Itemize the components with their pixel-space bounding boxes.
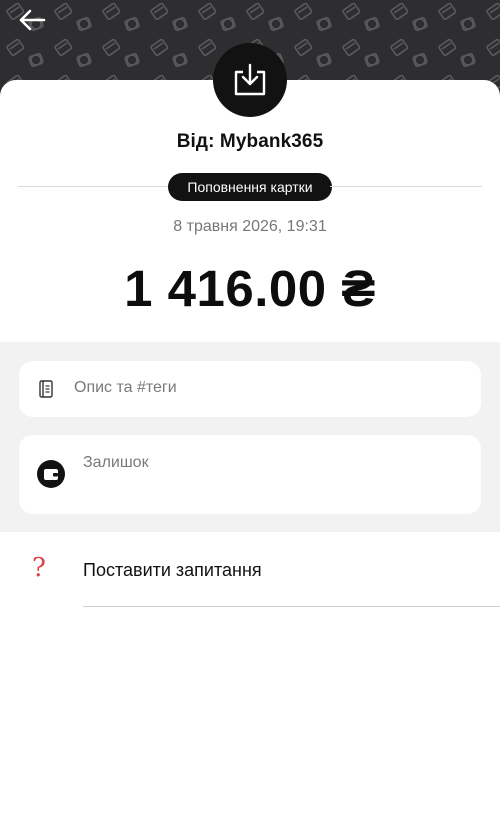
description-placeholder: Опис та #теги <box>74 379 177 396</box>
notes-icon <box>39 380 53 398</box>
question-mark-icon: ? <box>32 553 46 583</box>
description-tags-field[interactable]: Опис та #теги <box>19 361 481 417</box>
divider-left <box>18 186 170 187</box>
ask-question-label: Поставити запитання <box>83 560 262 580</box>
sender-title: Від: Mybank365 <box>176 131 324 152</box>
transaction-datetime: 8 травня 2026, 19:31 <box>173 218 327 235</box>
balance-card: Залишок <box>19 435 481 514</box>
transaction-type-badge <box>213 43 287 117</box>
divider-right <box>330 186 482 187</box>
balance-label: Залишок <box>83 454 149 471</box>
arrow-left-icon <box>19 9 46 31</box>
ask-question-button[interactable]: ? Поставити запитання <box>0 533 500 608</box>
wallet-icon <box>37 460 65 488</box>
category-row: Поповнення картки <box>0 173 500 201</box>
transaction-amount: 1 416.00 ₴ <box>124 260 376 317</box>
incoming-download-icon <box>234 63 266 96</box>
question-divider <box>83 606 500 607</box>
wallet-glyph <box>44 469 58 480</box>
category-badge: Поповнення картки <box>168 173 332 201</box>
details-section: Опис та #теги Залишок <box>0 342 500 532</box>
back-button[interactable] <box>14 4 50 36</box>
